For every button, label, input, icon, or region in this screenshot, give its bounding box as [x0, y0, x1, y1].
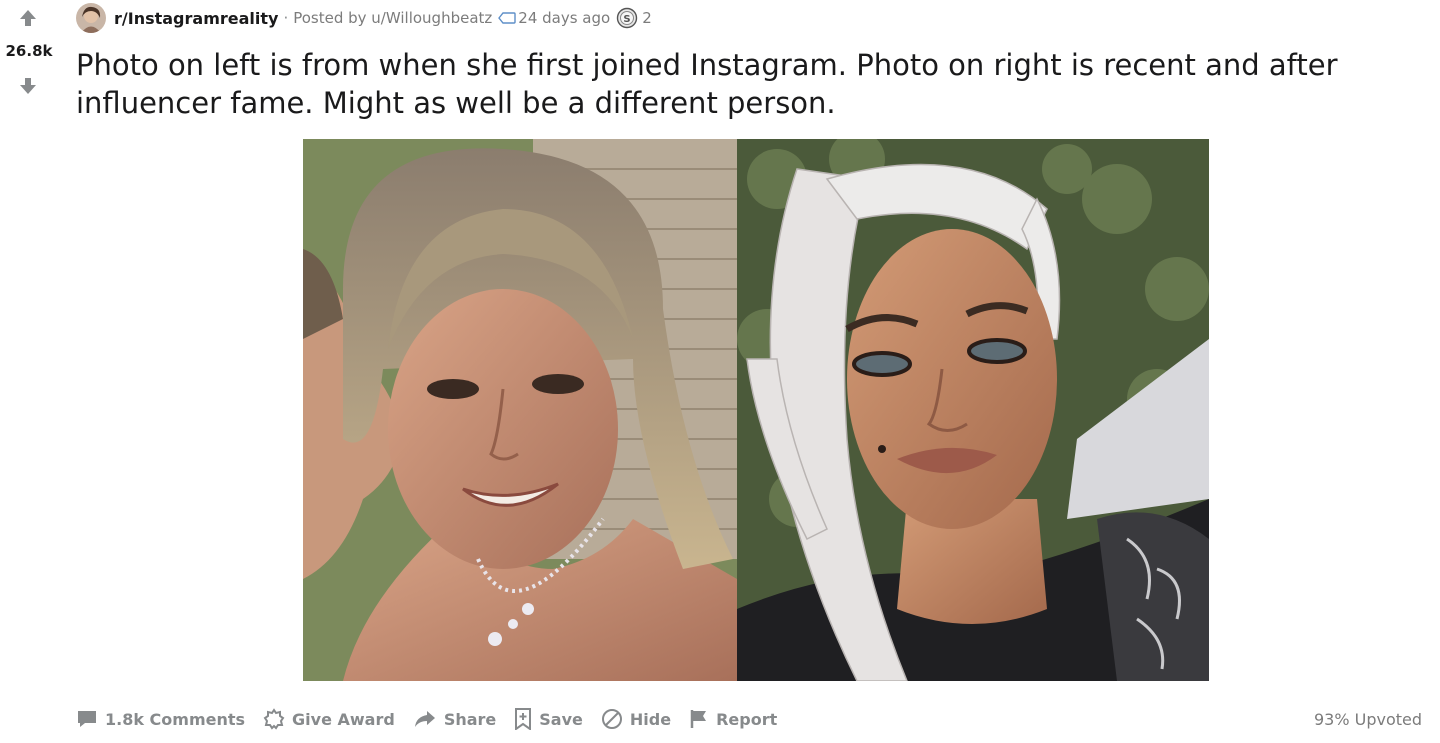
- photo-left: [303, 139, 737, 681]
- comments-button[interactable]: 1.8k Comments: [76, 709, 245, 729]
- report-button[interactable]: Report: [689, 709, 777, 729]
- post-image[interactable]: [303, 139, 1209, 681]
- flag-icon: [690, 710, 707, 728]
- svg-text:S: S: [624, 14, 631, 25]
- save-label: Save: [539, 709, 583, 729]
- subreddit-link[interactable]: r/Instagramreality: [114, 9, 278, 28]
- share-button[interactable]: Share: [413, 709, 496, 729]
- bookmark-plus-icon: [515, 708, 532, 730]
- clock-tag-icon: [498, 11, 516, 25]
- award-badge-icon: [263, 708, 285, 730]
- comments-label: 1.8k Comments: [105, 709, 246, 729]
- save-button[interactable]: Save: [514, 708, 583, 730]
- post-title[interactable]: Photo on left is from when she first joi…: [76, 46, 1396, 122]
- hide-button[interactable]: Hide: [601, 708, 671, 730]
- give-award-button[interactable]: Give Award: [263, 708, 395, 730]
- comment-bubble-icon: [78, 711, 96, 727]
- downvote-icon[interactable]: [16, 74, 40, 98]
- post-age[interactable]: 24 days ago: [518, 9, 610, 27]
- post-meta: r/Instagramreality · Posted by u/Willoug…: [76, 2, 652, 34]
- upvote-icon[interactable]: [16, 6, 40, 30]
- silver-award-icon[interactable]: S: [616, 7, 638, 29]
- report-label: Report: [716, 709, 778, 729]
- upvote-ratio: 93% Upvoted: [1313, 709, 1422, 729]
- vote-score: 26.8k: [5, 42, 53, 60]
- posted-by-link[interactable]: Posted by u/Willoughbeatz: [293, 9, 492, 27]
- share-label: Share: [443, 709, 497, 729]
- hide-label: Hide: [629, 709, 672, 729]
- vote-column: 26.8k: [0, 0, 58, 110]
- photo-right: [737, 139, 1209, 681]
- subreddit-avatar[interactable]: [76, 3, 106, 33]
- award-count: 2: [642, 9, 652, 27]
- meta-separator: ·: [283, 9, 289, 27]
- share-arrow-icon: [414, 711, 435, 727]
- post-actions: 1.8k Comments Give Award Share Save Hide…: [76, 703, 795, 735]
- give-award-label: Give Award: [292, 709, 395, 729]
- hide-circle-slash-icon: [601, 709, 622, 729]
